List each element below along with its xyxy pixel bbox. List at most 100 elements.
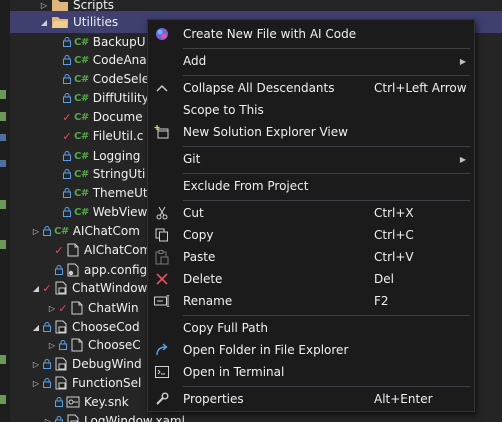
menu-item-shortcut: Del xyxy=(374,272,394,286)
menu-item-new-explorer-view[interactable]: New Solution Explorer View xyxy=(148,121,474,143)
csharp-file-icon: C# xyxy=(74,130,89,142)
menu-item-label: Create New File with AI Code xyxy=(183,27,357,41)
tree-item-label: CodeSele xyxy=(92,72,150,86)
menu-item-create-ai-file[interactable]: Create New File with AI Code xyxy=(148,23,474,45)
tree-item-label: app.config xyxy=(84,263,148,277)
menu-separator xyxy=(183,146,470,147)
lock-icon xyxy=(62,74,72,84)
menu-item-open-in-terminal[interactable]: Open in Terminal xyxy=(148,361,474,383)
change-marker xyxy=(0,160,6,167)
folder-icon xyxy=(52,0,68,11)
tree-item-label: StringUti xyxy=(92,167,146,181)
csharp-file-icon: C# xyxy=(74,206,89,218)
csharp-file-icon: C# xyxy=(54,225,69,237)
file-icon xyxy=(71,338,83,352)
submenu-arrow-icon: ▶ xyxy=(459,56,466,66)
menu-item-label: Git xyxy=(183,152,201,166)
menu-item-label: Scope to This xyxy=(183,103,264,117)
xaml-file-icon xyxy=(67,414,79,422)
lock-icon xyxy=(42,226,52,236)
csharp-file-icon: C# xyxy=(74,73,89,85)
menu-item-label: Rename xyxy=(183,294,233,308)
csharp-file-icon: C# xyxy=(74,92,89,104)
rename-icon xyxy=(154,293,170,309)
submenu-arrow-icon: ▶ xyxy=(459,154,466,164)
change-marker xyxy=(0,112,6,121)
menu-item-shortcut: Ctrl+Left Arrow xyxy=(374,81,467,95)
xaml-file-icon xyxy=(55,357,67,371)
menu-item-git[interactable]: Git ▶ xyxy=(148,148,474,170)
tree-item-label: BackupU xyxy=(92,35,146,49)
checkmark-icon: ✓ xyxy=(54,243,64,257)
tree-item-label: FunctionSel xyxy=(72,376,142,390)
lock-icon xyxy=(62,37,72,47)
lock-icon xyxy=(62,169,72,179)
checkmark-icon: ✓ xyxy=(62,129,72,143)
menu-item-open-folder-explorer[interactable]: Open Folder in File Explorer xyxy=(148,339,474,361)
menu-item-label: Open in Terminal xyxy=(183,365,285,379)
lock-icon xyxy=(54,397,64,407)
change-marker xyxy=(0,90,6,99)
lock-icon xyxy=(42,378,52,388)
lock-icon xyxy=(58,340,68,350)
menu-item-rename[interactable]: Rename F2 xyxy=(148,290,474,312)
lock-icon xyxy=(54,265,64,275)
tree-item-label: Docume xyxy=(92,110,143,124)
menu-item-label: New Solution Explorer View xyxy=(183,125,348,139)
tree-item-label: AIChatCom xyxy=(84,243,152,257)
menu-item-add[interactable]: Add ▶ xyxy=(148,50,474,72)
tree-item-label: CodeAna xyxy=(92,53,147,67)
file-icon xyxy=(71,301,83,315)
menu-item-label: Cut xyxy=(183,206,204,220)
change-marker xyxy=(0,395,6,404)
menu-item-collapse-all[interactable]: Collapse All Descendants Ctrl+Left Arrow xyxy=(148,77,474,99)
open-folder-icon xyxy=(52,17,68,28)
csharp-file-icon: C# xyxy=(74,111,89,123)
config-file-icon xyxy=(67,263,79,277)
lock-icon xyxy=(42,359,52,369)
menu-item-label: Copy xyxy=(183,228,214,242)
checkmark-icon: ✓ xyxy=(62,110,72,124)
terminal-icon xyxy=(154,364,170,380)
menu-item-copy-full-path[interactable]: Copy Full Path xyxy=(148,317,474,339)
csharp-file-icon: C# xyxy=(74,168,89,180)
collapse-icon xyxy=(154,80,170,96)
menu-item-label: Paste xyxy=(183,250,216,264)
menu-separator xyxy=(183,75,470,76)
menu-item-properties[interactable]: Properties Alt+Enter xyxy=(148,388,474,410)
collapse-arrow-icon[interactable]: ◢ xyxy=(38,11,50,33)
menu-item-scope-to-this[interactable]: Scope to This xyxy=(148,99,474,121)
wrench-icon xyxy=(154,391,170,407)
checkmark-icon: ✓ xyxy=(58,301,68,315)
ai-sparkle-icon xyxy=(154,26,170,42)
tree-item-label: ChooseC xyxy=(88,338,141,352)
xaml-file-icon xyxy=(55,376,67,390)
menu-item-shortcut: Ctrl+C xyxy=(374,228,414,242)
menu-item-shortcut: F2 xyxy=(374,294,389,308)
tree-item-label: Utilities xyxy=(73,15,119,29)
lock-icon xyxy=(62,93,72,103)
change-marker xyxy=(0,200,6,209)
collapse-arrow-icon[interactable]: ◢ xyxy=(30,277,42,299)
menu-item-shortcut: Ctrl+V xyxy=(374,250,414,264)
menu-separator xyxy=(183,48,470,49)
expand-arrow-icon[interactable]: ▷ xyxy=(42,410,54,422)
lock-icon xyxy=(54,416,64,422)
menu-item-cut[interactable]: Cut Ctrl+X xyxy=(148,202,474,224)
menu-item-label: Add xyxy=(183,54,207,68)
csharp-file-icon: C# xyxy=(74,36,89,48)
context-menu: Create New File with AI Code Add ▶ Colla… xyxy=(147,19,475,412)
menu-item-shortcut: Alt+Enter xyxy=(374,392,433,406)
menu-item-exclude-from-project[interactable]: Exclude From Project xyxy=(148,175,474,197)
delete-x-icon xyxy=(154,271,170,287)
file-icon xyxy=(67,243,79,257)
menu-item-delete[interactable]: Delete Del xyxy=(148,268,474,290)
scissors-icon xyxy=(154,205,170,221)
menu-item-copy[interactable]: Copy Ctrl+C xyxy=(148,224,474,246)
menu-separator xyxy=(183,200,470,201)
menu-item-paste[interactable]: Paste Ctrl+V xyxy=(148,246,474,268)
tree-item-label: ChatWindow xyxy=(72,281,148,295)
csharp-file-icon: C# xyxy=(74,150,89,162)
lock-icon xyxy=(62,55,72,65)
